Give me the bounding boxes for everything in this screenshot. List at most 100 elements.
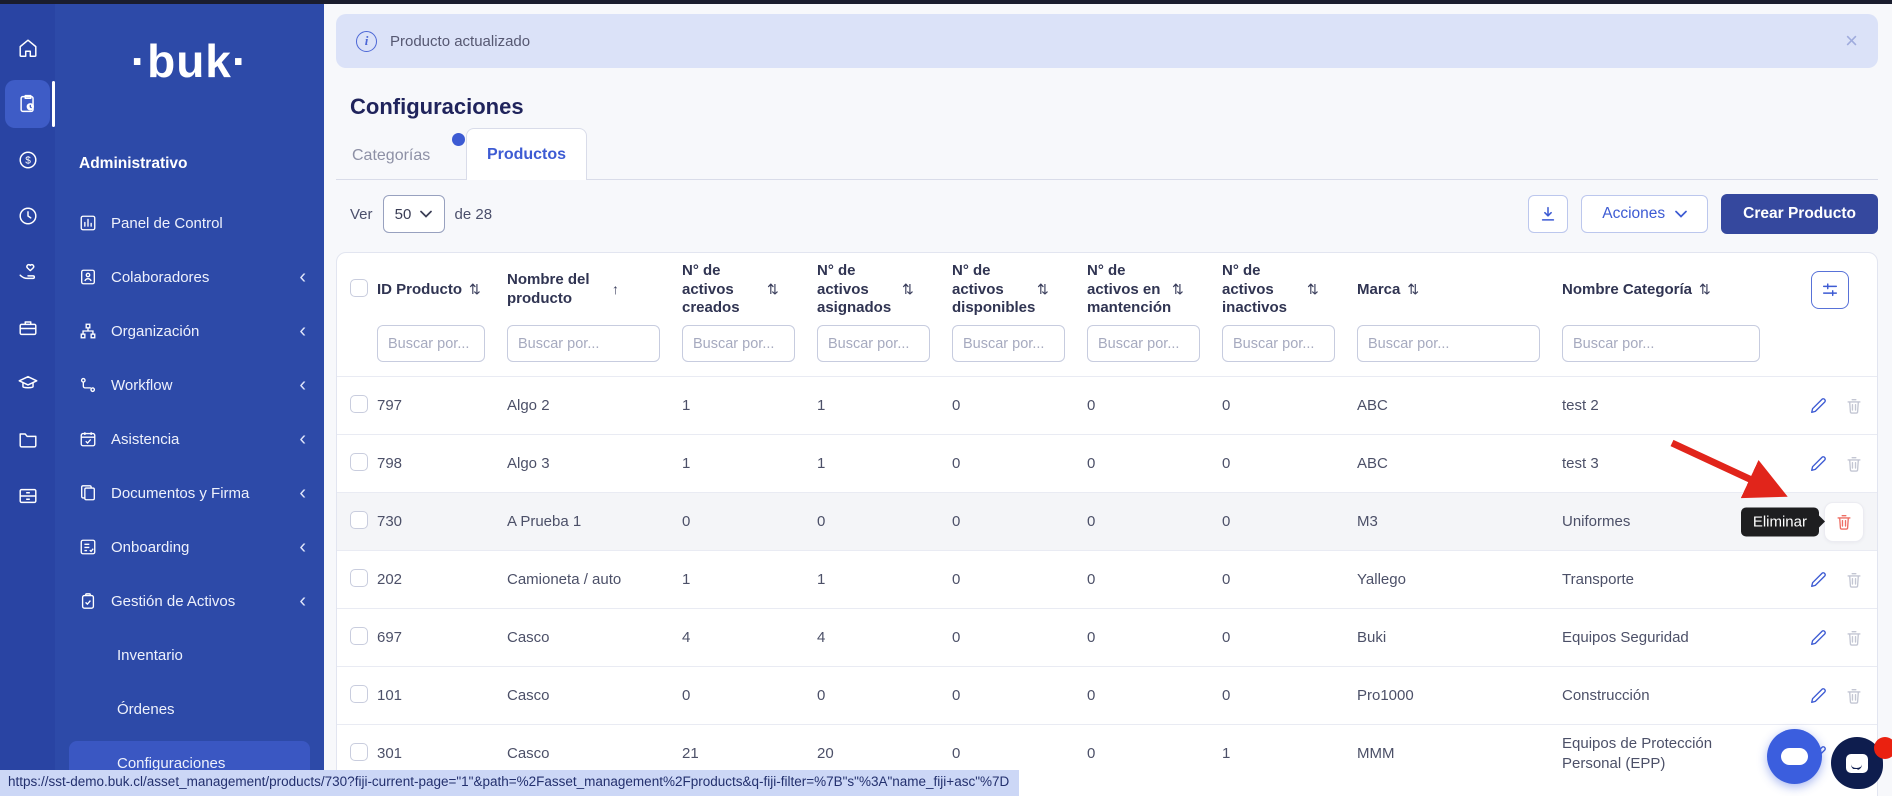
cell-id: 301: [377, 744, 507, 764]
sort-icon[interactable]: ⇅: [1307, 281, 1319, 299]
crear-producto-button[interactable]: Crear Producto: [1721, 194, 1878, 234]
chevron-left-icon[interactable]: ‹: [299, 537, 306, 557]
sort-icon[interactable]: ⇅: [1172, 281, 1184, 299]
acciones-button[interactable]: Acciones: [1581, 195, 1708, 233]
filter-marca-input[interactable]: [1357, 325, 1540, 362]
row-checkbox[interactable]: [350, 453, 368, 471]
filter-creados-input[interactable]: [682, 325, 795, 362]
page-title: Configuraciones: [350, 94, 524, 120]
sidebar-item-workflow[interactable]: Workflow ‹: [55, 358, 324, 412]
trash-icon[interactable]: [1845, 571, 1863, 589]
sidebar-item-organizacion[interactable]: Organización ‹: [55, 304, 324, 358]
home-icon[interactable]: [0, 20, 55, 76]
row-checkbox[interactable]: [350, 511, 368, 529]
sidebar-item-documentos-y-firma[interactable]: Documentos y Firma ‹: [55, 466, 324, 520]
row-checkbox[interactable]: [350, 395, 368, 413]
filter-asignados-input[interactable]: [817, 325, 930, 362]
chevron-left-icon[interactable]: ‹: [299, 321, 306, 341]
edit-icon[interactable]: [1809, 571, 1827, 589]
sort-icon[interactable]: ⇅: [1037, 281, 1049, 299]
download-button[interactable]: [1528, 195, 1568, 233]
sliders-icon: [1821, 281, 1839, 299]
clipboard-clock-icon[interactable]: [0, 76, 55, 132]
trash-icon[interactable]: [1845, 629, 1863, 647]
filter-categoria-input[interactable]: [1562, 325, 1760, 362]
column-settings-button[interactable]: [1811, 271, 1849, 309]
sidebar-subitem-inventario[interactable]: Inventario: [55, 628, 324, 682]
edit-icon[interactable]: [1809, 687, 1827, 705]
sort-icon[interactable]: ⇅: [469, 281, 481, 299]
sidebar-item-onboarding[interactable]: Onboarding ‹: [55, 520, 324, 574]
total-label: de 28: [455, 206, 493, 223]
hand-heart-icon[interactable]: [0, 244, 55, 300]
chevron-left-icon[interactable]: ‹: [299, 483, 306, 503]
notification-banner: i Producto actualizado ×: [336, 14, 1878, 68]
column-header-activos-disponibles[interactable]: N° de activos disponibles⇅: [952, 262, 1087, 318]
table-row: 202 Camioneta / auto 1 1 0 0 0 Yallego T…: [337, 550, 1877, 608]
chevron-left-icon[interactable]: ‹: [299, 591, 306, 611]
chevron-left-icon[interactable]: ‹: [299, 375, 306, 395]
trash-icon[interactable]: [1845, 687, 1863, 705]
tab-productos[interactable]: Productos: [466, 128, 587, 180]
sort-icon[interactable]: ⇅: [1699, 281, 1711, 299]
sort-icon[interactable]: ⇅: [1407, 281, 1419, 299]
filter-disponibles-input[interactable]: [952, 325, 1065, 362]
column-header-activos-creados[interactable]: N° de activos creados⇅: [682, 262, 817, 318]
sidebar-item-asistencia[interactable]: Asistencia ‹: [55, 412, 324, 466]
sort-icon[interactable]: ⇅: [767, 281, 779, 299]
close-icon[interactable]: ×: [1845, 30, 1858, 52]
delete-button[interactable]: [1845, 687, 1863, 705]
trash-icon[interactable]: [1835, 513, 1853, 531]
folder-icon[interactable]: [0, 412, 55, 468]
sidebar-item-gestion-de-activos[interactable]: Gestión de Activos ‹: [55, 574, 324, 628]
briefcase-icon[interactable]: [0, 300, 55, 356]
svg-text:$: $: [25, 156, 31, 167]
chevron-left-icon[interactable]: ‹: [299, 267, 306, 287]
icon-rail: $: [0, 0, 55, 796]
tab-categorias[interactable]: Categorías: [352, 147, 430, 165]
cell-marca: MMM: [1357, 744, 1562, 764]
graduation-cap-icon[interactable]: [0, 356, 55, 412]
column-header-id-producto[interactable]: ID Producto⇅: [377, 281, 507, 300]
edit-icon[interactable]: [1809, 629, 1827, 647]
dollar-icon[interactable]: $: [0, 132, 55, 188]
sidebar-subitem-ordenes[interactable]: Órdenes: [55, 682, 324, 736]
row-checkbox[interactable]: [350, 627, 368, 645]
select-all-checkbox[interactable]: [350, 279, 368, 297]
column-header-nombre-categoria[interactable]: Nombre Categoría⇅: [1562, 281, 1782, 300]
trash-icon[interactable]: [1845, 397, 1863, 415]
column-header-activos-inactivos[interactable]: N° de activos inactivos⇅: [1222, 262, 1357, 318]
cell-marca: M3: [1357, 512, 1562, 532]
filter-inactivos-input[interactable]: [1222, 325, 1335, 362]
column-header-activos-mantencion[interactable]: N° de activos en mantención⇅: [1087, 262, 1222, 318]
cell-inactivos: 0: [1222, 570, 1357, 590]
clock-icon[interactable]: [0, 188, 55, 244]
column-header-activos-asignados[interactable]: N° de activos asignados⇅: [817, 262, 952, 318]
column-header-marca[interactable]: Marca⇅: [1357, 281, 1562, 300]
delete-button[interactable]: [1845, 629, 1863, 647]
download-icon: [1539, 205, 1557, 223]
edit-icon[interactable]: [1809, 397, 1827, 415]
column-header-nombre-producto[interactable]: Nombre del producto↑: [507, 271, 682, 309]
sort-icon[interactable]: ⇅: [902, 281, 914, 299]
row-checkbox[interactable]: [350, 685, 368, 703]
trash-icon[interactable]: [1845, 455, 1863, 473]
edit-icon[interactable]: [1809, 455, 1827, 473]
sort-asc-icon[interactable]: ↑: [612, 281, 619, 299]
filter-mantencion-input[interactable]: [1087, 325, 1200, 362]
cabinet-icon[interactable]: [0, 468, 55, 524]
delete-button[interactable]: [1845, 571, 1863, 589]
filter-nombre-input[interactable]: [507, 325, 660, 362]
page-size-select[interactable]: 50: [383, 195, 445, 233]
chevron-left-icon[interactable]: ‹: [299, 429, 306, 449]
delete-button[interactable]: [1845, 455, 1863, 473]
row-checkbox[interactable]: [350, 569, 368, 587]
delete-button[interactable]: [1845, 397, 1863, 415]
sidebar-item-colaboradores[interactable]: Colaboradores ‹: [55, 250, 324, 304]
sidebar-item-panel-de-control[interactable]: Panel de Control: [55, 196, 324, 250]
chat-launcher-button[interactable]: [1767, 729, 1822, 784]
filter-id-input[interactable]: [377, 325, 485, 362]
row-checkbox[interactable]: [350, 743, 368, 761]
workflow-icon: [79, 376, 97, 394]
cell-nombre: A Prueba 1: [507, 512, 682, 532]
